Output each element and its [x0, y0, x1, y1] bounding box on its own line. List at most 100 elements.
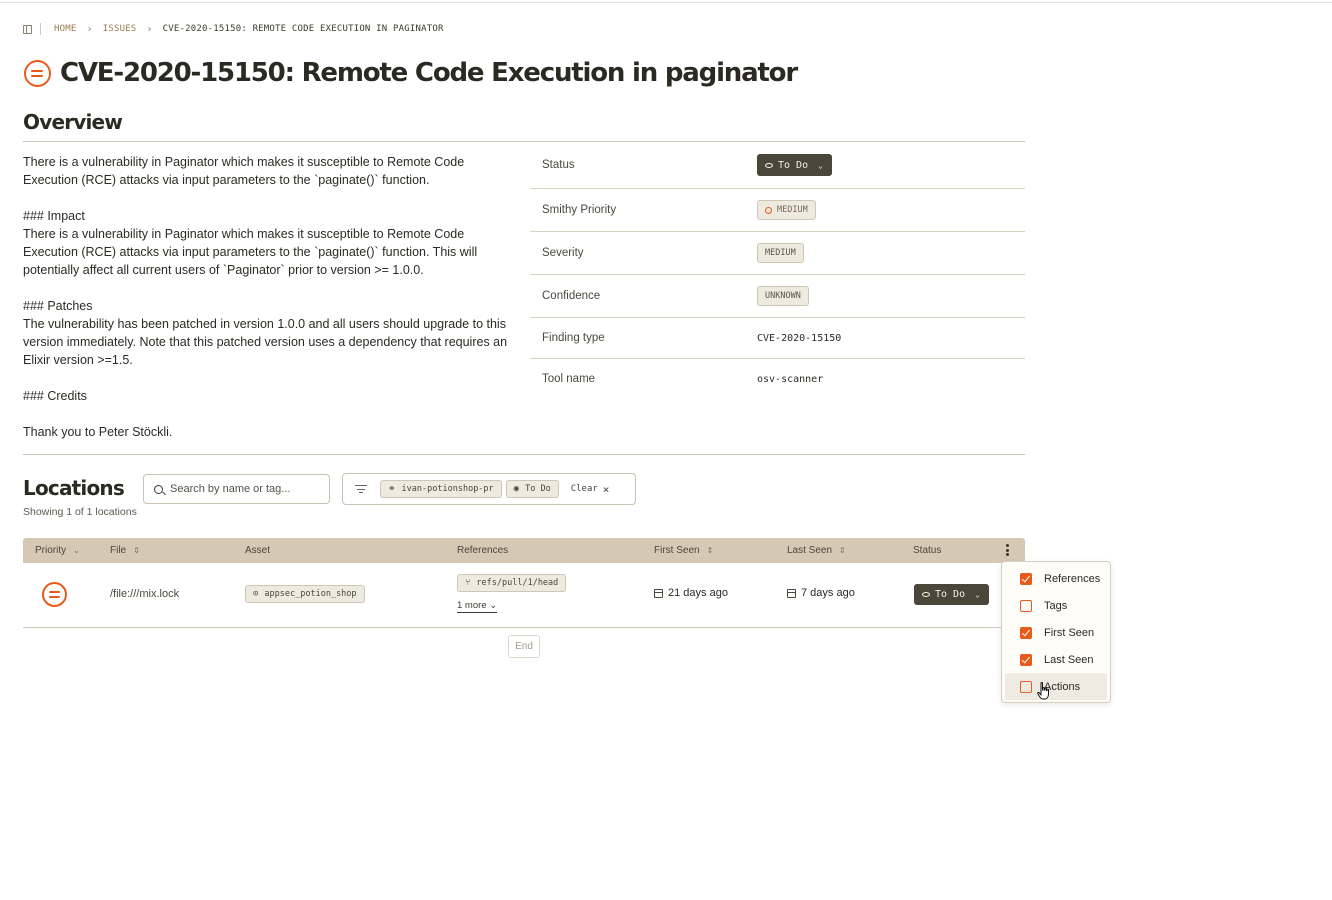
clear-filters-button[interactable]: Clear ×	[571, 483, 610, 496]
description-paragraph: ### Impact There is a vulnerability in P…	[23, 209, 478, 277]
status-value: To Do	[778, 159, 809, 171]
column-header-references: References	[457, 538, 508, 563]
checkbox-checked[interactable]	[1020, 653, 1032, 666]
property-confidence: Confidence UNKNOWN	[530, 275, 1025, 318]
property-label: Confidence	[542, 290, 601, 302]
eye-icon	[765, 162, 773, 168]
row-status-dropdown[interactable]: To Do ⌄	[914, 584, 989, 605]
checkbox-checked[interactable]	[1020, 626, 1032, 639]
priority-icon	[765, 206, 772, 214]
status-dropdown[interactable]: To Do ⌄	[757, 154, 832, 176]
property-finding-type: Finding type CVE-2020-15150	[530, 318, 1025, 359]
search-input[interactable]	[170, 483, 320, 495]
menu-item-actions[interactable]: Actions	[1005, 673, 1107, 700]
overview-heading: Overview	[23, 110, 123, 134]
reference-chip[interactable]: ⑂ refs/pull/1/head	[457, 574, 567, 592]
hand-cursor-icon	[1037, 682, 1049, 700]
confidence-badge: UNKNOWN	[757, 286, 809, 306]
issue-description: There is a vulnerability in Paginator wh…	[23, 153, 518, 441]
chevron-down-icon: ⌄	[975, 590, 980, 599]
search-icon	[154, 484, 163, 494]
breadcrumb-current: CVE-2020-15150: REMOTE CODE EXECUTION IN…	[162, 24, 444, 34]
description-paragraph: ### Credits	[23, 389, 87, 403]
column-label: First Seen	[654, 545, 700, 556]
column-label: References	[457, 545, 509, 556]
priority-badge: MEDIUM	[757, 200, 816, 220]
menu-item-references[interactable]: References	[1005, 565, 1107, 592]
filter-chip-repository[interactable]: ⚭ ivan-potionshop-pr	[380, 480, 502, 498]
breadcrumb: HOME › ISSUES › CVE-2020-15150: REMOTE C…	[23, 22, 444, 36]
file-path[interactable]: /file:///mix.lock	[110, 588, 179, 600]
filter-chip-label: To Do	[525, 484, 551, 494]
finding-type-value: CVE-2020-15150	[757, 332, 842, 344]
first-seen-cell: 21 days ago	[654, 587, 728, 599]
checkbox-checked[interactable]	[1020, 572, 1032, 585]
menu-item-label: References	[1044, 572, 1101, 585]
asset-chip[interactable]: ⊙ appsec_potion_shop	[245, 585, 365, 603]
property-tool-name: Tool name osv-scanner	[530, 359, 1025, 399]
end-of-list-button[interactable]: End	[508, 635, 540, 658]
column-label: Last Seen	[787, 545, 833, 556]
column-label: Priority	[35, 545, 67, 556]
filter-chip-label: ivan-potionshop-pr	[401, 484, 494, 494]
severity-badge: MEDIUM	[757, 243, 804, 263]
property-smithy-priority: Smithy Priority MEDIUM	[530, 189, 1025, 232]
menu-item-tags[interactable]: Tags	[1005, 592, 1107, 619]
calendar-icon	[787, 588, 796, 598]
locations-heading: Locations	[23, 476, 125, 500]
first-seen-value: 21 days ago	[668, 587, 728, 599]
menu-item-label: Tags	[1044, 599, 1068, 612]
checkbox-unchecked[interactable]	[1020, 680, 1032, 693]
sort-icon: ⇕	[133, 546, 140, 555]
page-title: CVE-2020-15150: Remote Code Execution in…	[60, 58, 798, 88]
link-icon: ⚭	[388, 484, 396, 494]
locations-table-header: Priority ⌄ File ⇕ Asset References First…	[23, 538, 1025, 563]
property-label: Severity	[542, 247, 584, 259]
property-label: Tool name	[542, 373, 596, 385]
property-label: Status	[542, 159, 575, 171]
breadcrumb-divider	[40, 23, 41, 35]
status-value: To Do	[935, 589, 966, 600]
column-label: Status	[913, 545, 942, 556]
divider	[23, 454, 1025, 455]
page-header: CVE-2020-15150: Remote Code Execution in…	[24, 58, 798, 88]
sort-icon: ⇕	[706, 546, 714, 555]
active-filters: ⚭ ivan-potionshop-pr ◉ To Do Clear ×	[342, 473, 636, 505]
calendar-icon	[654, 588, 663, 598]
sidebar-toggle-icon[interactable]	[23, 24, 32, 34]
column-header-file[interactable]: File ⇕	[110, 538, 140, 563]
description-paragraph: Thank you to Peter Stöckli.	[23, 425, 173, 439]
menu-item-first-seen[interactable]: First Seen	[1005, 619, 1107, 646]
eye-icon	[922, 592, 930, 597]
properties-table: Status To Do ⌄ Smithy Priority MEDIUM Se…	[530, 142, 1025, 399]
eye-icon: ◉	[513, 484, 520, 494]
column-header-asset: Asset	[245, 538, 270, 563]
more-label: 1 more	[457, 600, 487, 611]
property-label: Smithy Priority	[542, 204, 617, 216]
reference-label: refs/pull/1/head	[476, 578, 559, 588]
menu-item-last-seen[interactable]: Last Seen	[1005, 646, 1107, 673]
table-row[interactable]: /file:///mix.lock ⊙ appsec_potion_shop ⑂…	[23, 563, 1025, 628]
breadcrumb-issues[interactable]: ISSUES	[103, 24, 137, 34]
property-status: Status To Do ⌄	[530, 142, 1025, 189]
column-header-last-seen[interactable]: Last Seen ⇕	[787, 538, 846, 563]
column-label: File	[110, 545, 127, 556]
git-branch-icon: ⑂	[465, 578, 471, 588]
column-header-first-seen[interactable]: First Seen ⇕	[654, 538, 713, 563]
chevron-right-icon: ›	[146, 23, 153, 35]
column-options-icon[interactable]	[1006, 544, 1009, 556]
filter-chip-status[interactable]: ◉ To Do	[505, 480, 559, 498]
menu-item-label: First Seen	[1044, 626, 1095, 639]
more-references-link[interactable]: 1 more ⌄	[457, 600, 498, 613]
top-border	[0, 2, 1332, 3]
chevron-down-icon: ⌄	[73, 546, 80, 555]
checkbox-unchecked[interactable]	[1020, 599, 1032, 612]
filter-icon[interactable]	[355, 485, 367, 494]
last-seen-cell: 7 days ago	[787, 587, 855, 599]
breadcrumb-home[interactable]: HOME	[54, 24, 76, 34]
property-label: Finding type	[542, 332, 605, 344]
search-field[interactable]	[143, 474, 330, 504]
locations-count: Showing 1 of 1 locations	[23, 506, 137, 518]
priority-value: MEDIUM	[777, 205, 808, 215]
column-header-priority[interactable]: Priority ⌄	[35, 538, 80, 563]
